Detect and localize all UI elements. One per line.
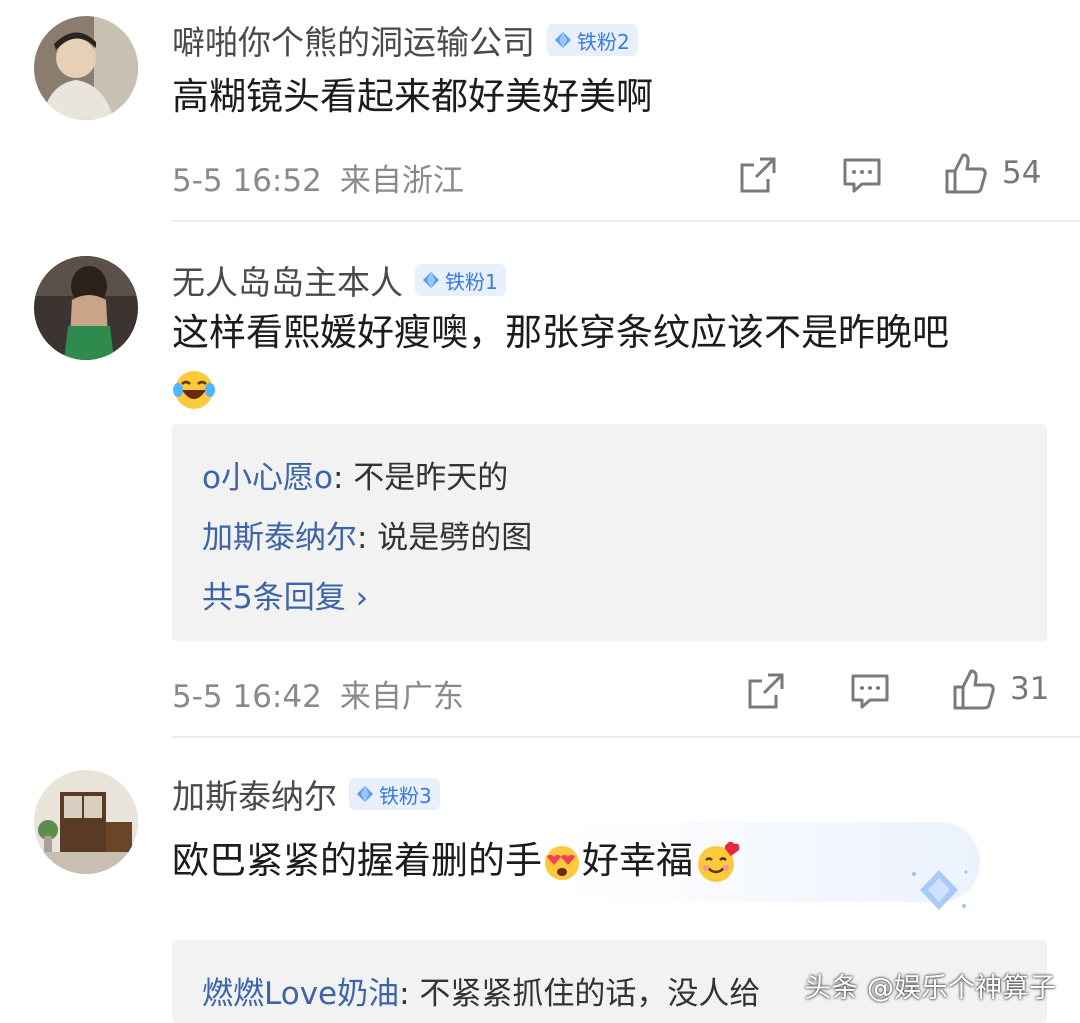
- share-button[interactable]: [738, 155, 778, 195]
- reply-text: : 不紧紧抓住的话，没人给: [399, 976, 761, 1012]
- heart-eyes-emoji-icon: [545, 845, 579, 880]
- reply-text: : 不是昨天的: [332, 460, 509, 496]
- comment-text: 高糊镜头看起来都好美好美啊: [172, 75, 653, 118]
- reply-author[interactable]: 燃燃Love奶油: [202, 976, 399, 1012]
- comment-icon: [843, 158, 881, 193]
- share-button[interactable]: [746, 671, 786, 711]
- comment-meta: 5-5 16:42 来自广东: [172, 671, 464, 716]
- comment-icon: [851, 674, 889, 709]
- comment-text: 这样看熙媛好瘦噢，那张穿条纹应该不是昨晚吧: [172, 306, 1030, 414]
- avatar[interactable]: [34, 770, 138, 874]
- smiling-hearts-emoji-icon: [698, 841, 739, 882]
- diamond-icon: [357, 786, 373, 802]
- reply-text: : 说是劈的图: [357, 520, 533, 556]
- thumbs-up-icon: [953, 669, 995, 710]
- reply-item: 加斯泰纳尔: 说是劈的图: [202, 512, 532, 557]
- reply-author[interactable]: o小心愿o: [202, 460, 333, 496]
- avatar[interactable]: [34, 16, 138, 120]
- location: 来自广东: [339, 679, 464, 715]
- sparkle-diamond-icon: [912, 870, 968, 910]
- reply-item: o小心愿o: 不是昨天的: [202, 452, 508, 497]
- timestamp: 5-5 16:52: [172, 163, 322, 199]
- share-icon: [748, 673, 784, 709]
- like-button[interactable]: 54: [944, 151, 1041, 195]
- username[interactable]: 无人岛岛主本人 铁粉1: [172, 256, 506, 304]
- fan-badge: 铁粉1: [415, 264, 506, 296]
- share-icon: [740, 157, 776, 193]
- comment-text: 欧巴紧紧的握着删的手 好幸福: [172, 834, 1030, 888]
- reply-button[interactable]: [850, 673, 890, 709]
- username[interactable]: 加斯泰纳尔 铁粉3: [172, 770, 440, 818]
- timestamp: 5-5 16:42: [172, 679, 322, 715]
- laughing-tears-emoji-icon: [173, 370, 215, 409]
- username[interactable]: 噼啪你个熊的洞运输公司 铁粉2: [172, 16, 638, 64]
- watermark: 头条 @娱乐个神算子: [804, 973, 1056, 1004]
- comment-meta: 5-5 16:52 来自浙江: [172, 155, 464, 200]
- comment-feed: 噼啪你个熊的洞运输公司 铁粉2 高糊镜头看起来都好美好美啊 5-5 16:52 来…: [0, 0, 1080, 1023]
- like-count: 54: [1002, 155, 1042, 191]
- username-text: 加斯泰纳尔: [172, 777, 337, 816]
- thumbs-up-icon: [945, 153, 987, 194]
- reply-item: 燃燃Love奶油: 不紧紧抓住的话，没人给: [202, 968, 760, 1013]
- diamond-icon: [423, 272, 439, 288]
- view-more-replies-link[interactable]: 共5条回复 ›: [202, 572, 368, 617]
- username-text: 噼啪你个熊的洞运输公司: [172, 23, 535, 62]
- location: 来自浙江: [339, 163, 464, 199]
- username-text: 无人岛岛主本人: [172, 263, 403, 302]
- fan-badge: 铁粉2: [547, 24, 638, 56]
- diamond-icon: [555, 32, 571, 48]
- reply-preview-box[interactable]: o小心愿o: 不是昨天的 加斯泰纳尔: 说是劈的图 共5条回复 ›: [172, 424, 1047, 641]
- divider: [172, 736, 1080, 738]
- avatar[interactable]: [34, 256, 138, 360]
- fan-badge: 铁粉3: [349, 778, 440, 810]
- reply-author[interactable]: 加斯泰纳尔: [202, 520, 357, 556]
- divider: [172, 220, 1080, 222]
- like-count: 31: [1010, 671, 1050, 707]
- like-button[interactable]: 31: [952, 667, 1049, 711]
- reply-button[interactable]: [842, 157, 882, 193]
